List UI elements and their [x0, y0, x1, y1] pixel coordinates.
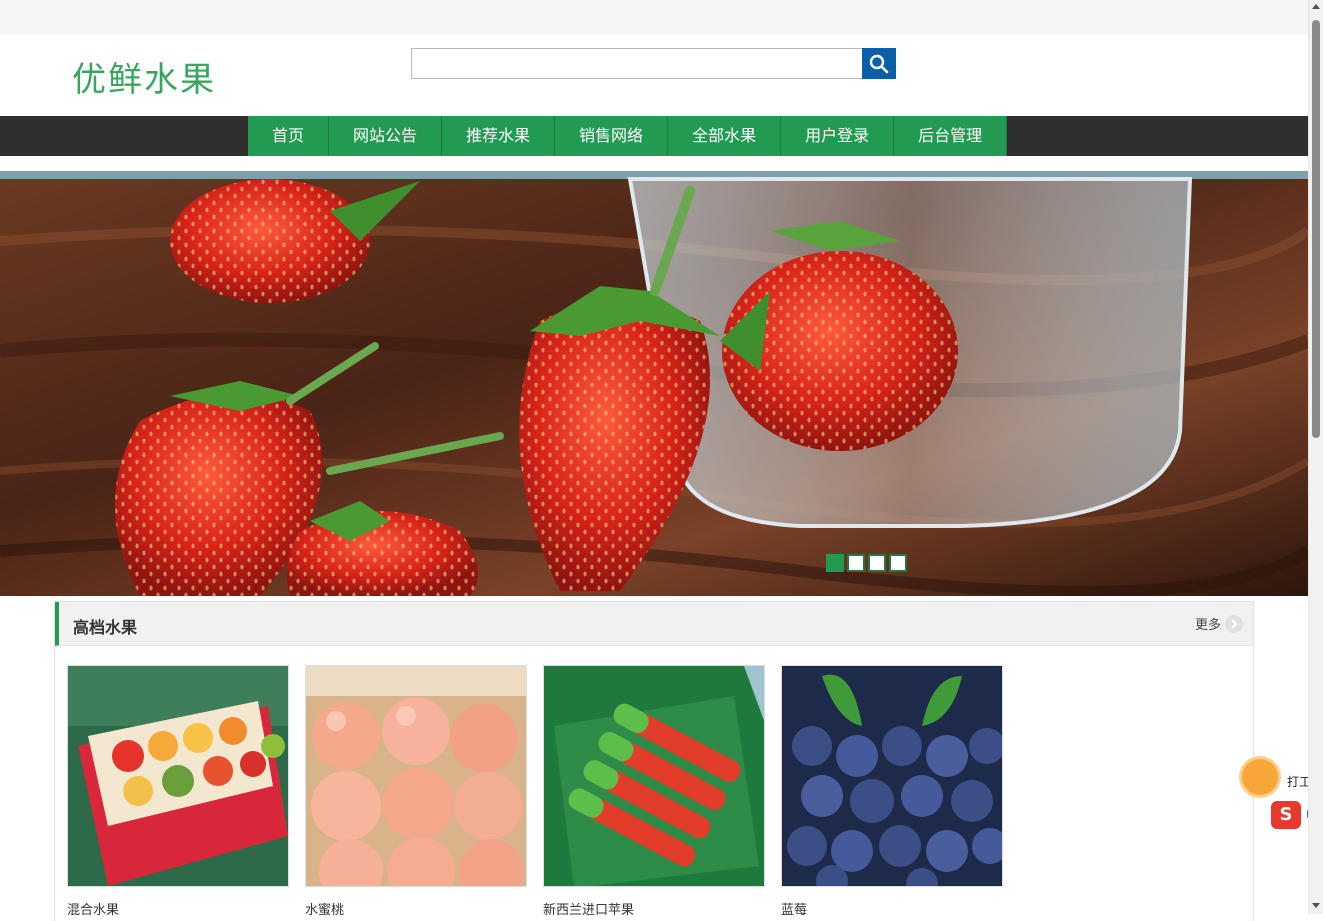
section-header: 高档水果 更多: [55, 602, 1253, 646]
mixed-fruit-box-image: [68, 666, 288, 886]
hero-banner[interactable]: [0, 171, 1308, 596]
product-card[interactable]: 新西兰进口苹果: [543, 665, 765, 918]
section-title: 高档水果: [73, 618, 138, 637]
product-image[interactable]: [543, 665, 765, 887]
peach-box-image: [306, 666, 526, 886]
nav-item[interactable]: 网站公告: [329, 116, 443, 156]
search-input[interactable]: [411, 48, 863, 79]
premium-fruit-section: 高档水果 更多 混合水果 水蜜桃 新西兰进口苹果 蓝莓: [54, 601, 1254, 921]
scroll-down-arrow-icon[interactable]: [1312, 903, 1320, 908]
product-image[interactable]: [67, 665, 289, 887]
search-icon: [869, 54, 889, 73]
carousel-dot[interactable]: [889, 554, 907, 572]
product-card[interactable]: 混合水果: [67, 665, 289, 918]
carousel-dots: [826, 554, 907, 572]
more-link[interactable]: 更多: [1195, 614, 1243, 633]
carousel-dot[interactable]: [847, 554, 865, 572]
site-logo[interactable]: 优鲜水果: [72, 52, 216, 101]
product-name[interactable]: 蓝莓: [781, 899, 1003, 918]
search-button[interactable]: [862, 48, 896, 79]
nav-item[interactable]: 后台管理: [894, 116, 1008, 156]
blueberries-image: [782, 666, 1002, 886]
carousel-dot[interactable]: [868, 554, 886, 572]
product-name[interactable]: 新西兰进口苹果: [543, 899, 765, 918]
product-image[interactable]: [781, 665, 1003, 887]
strawberry-banner-image: [0, 171, 1308, 596]
apple-gift-box-image: [544, 666, 764, 886]
product-name[interactable]: 混合水果: [67, 899, 289, 918]
sogou-logo-icon: S: [1271, 801, 1301, 829]
site-header: 优鲜水果: [0, 34, 1308, 116]
nav-item[interactable]: 全部水果: [668, 116, 782, 156]
nav-item[interactable]: 推荐水果: [442, 116, 556, 156]
nav-item[interactable]: 用户登录: [781, 116, 895, 156]
carousel-dot[interactable]: [826, 554, 844, 572]
scroll-up-arrow-icon[interactable]: [1312, 4, 1320, 9]
product-image[interactable]: [305, 665, 527, 887]
page-top-bar: [0, 0, 1308, 34]
chevron-right-icon: [1225, 614, 1243, 633]
more-label: 更多: [1194, 618, 1221, 633]
sun-mascot-icon: [1242, 759, 1278, 795]
product-card[interactable]: 蓝莓: [781, 665, 1003, 918]
main-nav: 首页 网站公告 推荐水果 销售网络 全部水果 用户登录 后台管理: [0, 116, 1308, 156]
nav-item[interactable]: 首页: [248, 116, 330, 156]
nav-item[interactable]: 销售网络: [555, 116, 669, 156]
scroll-thumb[interactable]: [1312, 20, 1320, 438]
product-name[interactable]: 水蜜桃: [305, 899, 527, 918]
nav-list: 首页 网站公告 推荐水果 销售网络 全部水果 用户登录 后台管理: [248, 116, 1008, 156]
vertical-scrollbar[interactable]: [1308, 0, 1323, 914]
product-list: 混合水果 水蜜桃 新西兰进口苹果 蓝莓: [67, 665, 1003, 918]
product-card[interactable]: 水蜜桃: [305, 665, 527, 918]
